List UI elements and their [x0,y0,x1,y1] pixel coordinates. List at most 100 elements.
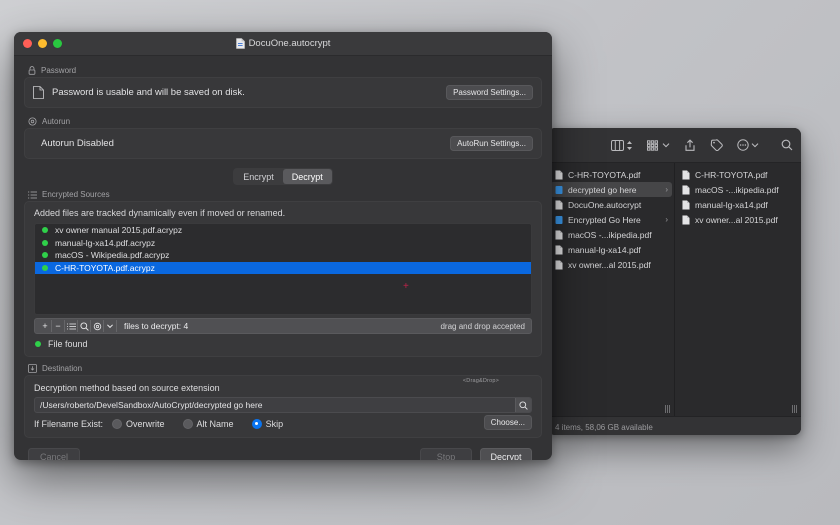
sources-panel: Added files are tracked dynamically even… [24,201,542,357]
finder-row[interactable]: C-HR-TOYOTA.pdf [677,167,799,182]
list-view-icon[interactable] [65,320,78,332]
status-dot-green [42,252,48,258]
share-icon[interactable] [684,139,696,152]
password-settings-button[interactable]: Password Settings... [446,85,533,100]
zoom-button[interactable] [53,39,62,48]
folder-icon [555,185,563,195]
encrypted-sources-list[interactable]: xv owner manual 2015.pdf.acrypzmanual-lg… [34,223,532,315]
password-panel: Password is usable and will be saved on … [24,77,542,108]
radio-button[interactable] [252,419,262,429]
source-list-item[interactable]: manual-lg-xa14.pdf.acrypz [35,237,531,250]
status-dot-green [35,341,41,347]
source-list-item[interactable]: C-HR-TOYOTA.pdf.acrypz [35,262,531,275]
destination-path-field[interactable] [34,397,532,413]
cancel-button[interactable]: Cancel [28,448,80,460]
decrypt-button[interactable]: Decrypt [480,448,532,460]
minimize-button[interactable] [38,39,47,48]
autorun-settings-button[interactable]: AutoRun Settings... [450,136,533,151]
source-file-name: C-HR-TOYOTA.pdf.acrypz [55,263,155,273]
finder-row[interactable]: Encrypted Go Here› [550,212,672,227]
autocrypt-window[interactable]: DocuOne.autocrypt Password Password is u… [14,32,552,460]
gear-icon[interactable] [91,320,104,332]
finder-row[interactable]: DocuOne.autocrypt [550,197,672,212]
traffic-lights [14,39,62,48]
search-icon[interactable] [781,139,793,151]
finder-item-name: C-HR-TOYOTA.pdf [695,170,795,180]
tab-decrypt[interactable]: Decrypt [283,169,332,184]
file-icon [555,245,563,255]
source-list-item[interactable]: xv owner manual 2015.pdf.acrypz [35,224,531,237]
group-chevron-icon[interactable] [662,142,670,148]
file-icon [682,185,690,195]
radio-alt-name[interactable]: Alt Name [183,419,234,429]
choose-button[interactable]: Choose... [484,415,532,430]
finder-column-left[interactable]: C-HR-TOYOTA.pdfdecrypted go here› DocuOne… [548,163,675,416]
finder-window[interactable]: C-HR-TOYOTA.pdfdecrypted go here›DocuOne… [548,128,801,435]
destination-panel: Decryption method based on source extens… [24,375,542,438]
view-chevron-icon[interactable] [626,140,633,151]
radio-label: Alt Name [197,419,234,429]
sources-list-toolbar: + − files to decrypt: 4 drag a [34,318,532,334]
password-section-header: Password [28,66,542,75]
tag-button[interactable] [710,139,723,151]
column-resize-grip[interactable] [548,402,674,416]
finder-item-name: DocuOne.autocrypt [568,200,668,210]
more-chevron-icon[interactable] [751,142,759,148]
radio-overwrite[interactable]: Overwrite [112,419,165,429]
finder-row[interactable]: manual-lg-xa14.pdf [550,242,672,257]
search-icon[interactable] [78,320,91,332]
finder-row[interactable]: xv owner...al 2015.pdf [550,257,672,272]
sources-hint-text: Added files are tracked dynamically even… [25,202,541,223]
group-by-icon[interactable] [647,140,660,151]
add-icon[interactable]: + [39,320,52,332]
destination-section-label: Destination [42,364,82,373]
finder-column-right[interactable]: C-HR-TOYOTA.pdf macOS -...ikipedia.pdf man… [675,163,801,416]
radio-skip[interactable]: Skip [252,419,284,429]
finder-status-bar: 4 items, 58,06 GB available [548,416,801,435]
destination-path-input[interactable] [35,398,515,412]
window-content: Password Password is usable and will be … [14,56,552,460]
finder-item-name: decrypted go here [568,185,660,195]
file-icon [555,260,563,270]
file-icon [682,215,690,225]
finder-row[interactable]: macOS -...ikipedia.pdf [677,182,799,197]
decryption-method-text: Decryption method based on source extens… [34,383,532,393]
finder-search-button[interactable] [781,139,793,151]
stop-button[interactable]: Stop [420,448,472,460]
finder-row[interactable]: macOS -...ikipedia.pdf [550,227,672,242]
crosshair-marker: + [403,282,409,292]
more-actions-icon[interactable] [737,139,749,151]
column-view-icon[interactable] [611,140,624,151]
status-dot-green [42,265,48,271]
radio-button[interactable] [183,419,193,429]
tag-icon[interactable] [710,139,723,151]
close-button[interactable] [23,39,32,48]
view-mode-control[interactable] [611,140,633,151]
password-section-label: Password [41,66,76,75]
group-by-control[interactable] [647,140,670,151]
filename-exist-options: If Filename Exist: OverwriteAlt NameSkip [34,419,532,429]
search-icon[interactable] [515,398,531,412]
chevron-down-icon[interactable] [104,320,117,332]
column-resize-grip[interactable] [675,402,801,416]
autorun-section-header: Autorun [28,117,542,126]
file-found-legend: File found [25,334,541,356]
remove-icon[interactable]: − [52,320,65,332]
source-file-name: macOS - Wikipedia.pdf.acrypz [55,250,169,260]
finder-row[interactable]: decrypted go here› [550,182,672,197]
list-icon [28,191,37,199]
finder-row[interactable]: manual-lg-xa14.pdf [677,197,799,212]
finder-row[interactable]: C-HR-TOYOTA.pdf [550,167,672,182]
finder-row[interactable]: xv owner...al 2015.pdf [677,212,799,227]
destination-section-header: Destination [28,364,542,373]
radio-button[interactable] [112,419,122,429]
window-title-group: DocuOne.autocrypt [14,38,552,49]
tab-encrypt[interactable]: Encrypt [234,169,283,184]
window-title-text: DocuOne.autocrypt [249,38,331,49]
finder-item-name: macOS -...ikipedia.pdf [695,185,795,195]
source-list-item[interactable]: macOS - Wikipedia.pdf.acrypz [35,249,531,262]
more-actions-control[interactable] [737,139,759,151]
share-button[interactable] [684,139,696,152]
encrypt-decrypt-segmented-control[interactable]: EncryptDecrypt [233,168,333,185]
finder-item-name: xv owner...al 2015.pdf [568,260,668,270]
